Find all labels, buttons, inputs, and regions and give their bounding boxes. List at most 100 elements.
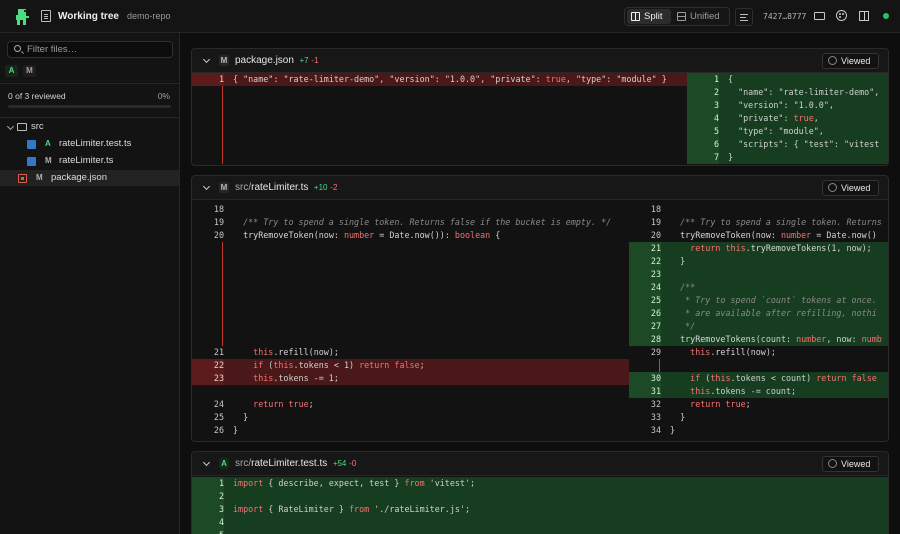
file-path: package.json +7 -1 [235, 55, 319, 66]
package-icon[interactable] [859, 11, 869, 21]
diff-line-added: 31 this.tokens -= count; [629, 385, 888, 398]
review-progress-label: 0 of 3 reviewed [8, 91, 66, 101]
file-path: src/rateLimiter.test.ts +54 -0 [235, 458, 357, 469]
file-status-badge: A [45, 139, 51, 148]
diff-line-added: 21 return this.tryRemoveTokens(1, now); [629, 242, 888, 255]
diff-line-context: 32 return true; [650, 399, 751, 409]
diff-line-added: 26 * are available after refilling, noth… [629, 307, 888, 320]
tree-item-label: src [31, 121, 44, 132]
diff-right-pane: 1{ 2 "name": "rate-limiter-demo", 3 "ver… [687, 73, 888, 165]
diff-line-context: 21 this.refill(now); [213, 347, 339, 357]
line-wrap-button[interactable] [735, 8, 753, 26]
tree-file-rateLimiter-test[interactable]: A rateLimiter.test.ts [0, 136, 179, 152]
tree-item-label: rateLimiter.ts [59, 155, 114, 166]
diff-line-context: 18 [650, 204, 661, 214]
commit-range: 7427…8777 [763, 12, 807, 21]
diff-line-context: 33 } [650, 412, 686, 422]
tree-file-package-json[interactable]: M package.json [0, 170, 179, 186]
diff-line-deleted: 23 this.tokens -= 1; [192, 372, 629, 385]
diff-line-context: 24 return true; [213, 399, 314, 409]
unified-view-label: Unified [690, 11, 720, 22]
view-mode-toggle: Split Unified [624, 7, 730, 26]
review-progress-percent: 0% [157, 91, 170, 101]
chevron-down-icon[interactable] [202, 55, 211, 64]
diff-line-context: 26} [213, 425, 239, 435]
app-logo-icon [16, 9, 29, 25]
keyboard-icon[interactable] [814, 12, 825, 20]
diff-line-added: 25 * Try to spend `count` tokens at once… [629, 294, 888, 307]
wrap-icon [740, 14, 748, 15]
diff-line-added: 24 /** [629, 281, 888, 294]
tree-item-label: package.json [51, 172, 107, 183]
review-progress-bar [8, 105, 171, 108]
palette-icon[interactable] [836, 10, 847, 21]
additions-count: +7 [299, 56, 309, 65]
diff-line-context: 18 [213, 204, 224, 214]
connection-status-dot [883, 13, 889, 19]
diff-line-added: 5 "type": "module", [687, 125, 888, 138]
diff-line-added: 4 [192, 516, 888, 529]
file-diff-card: M package.json +7 -1 Viewed 1{ "name": "… [191, 48, 889, 166]
diff-line-added: 30 if (this.tokens < count) return false [629, 372, 888, 385]
folder-icon [17, 123, 27, 131]
diff-line-added: 2 [192, 490, 888, 503]
diff-line-context: 19 /** Try to spend a single token. Retu… [213, 217, 612, 227]
diff-view: M package.json +7 -1 Viewed 1{ "name": "… [180, 33, 900, 534]
filter-files-input[interactable] [27, 43, 167, 56]
file-status-badge: M [219, 182, 229, 193]
status-filter-added[interactable]: A [5, 65, 18, 77]
file-diff-header[interactable]: M src/rateLimiter.ts +10 -2 Viewed [192, 176, 888, 200]
diff-unified-pane: 1 import { describe, expect, test } from … [192, 477, 888, 534]
tree-item-label: rateLimiter.test.ts [59, 138, 132, 149]
unified-view-button[interactable]: Unified [673, 9, 727, 24]
checkbox-icon [828, 183, 837, 192]
chevron-down-icon[interactable] [202, 182, 211, 191]
tree-file-rateLimiter[interactable]: M rateLimiter.ts [0, 153, 179, 169]
diff-line-context: 25 } [213, 412, 249, 422]
diff-line-added: 28 tryRemoveTokens(count: number, now: n… [629, 333, 888, 346]
additions-count: +10 [313, 183, 328, 192]
diff-line-context: 20 tryRemoveToken(now: number = Date.now… [213, 230, 501, 240]
diff-line-added: 27 */ [629, 320, 888, 333]
unified-view-icon [677, 12, 686, 21]
diff-line-added: 23 [629, 268, 888, 281]
diff-line-context: 29 this.refill(now); [650, 347, 776, 357]
deletions-count: -2 [330, 183, 338, 192]
split-view-icon [631, 12, 640, 21]
split-view-label: Split [644, 11, 663, 22]
search-icon [14, 45, 21, 52]
tree-folder-src[interactable]: src [0, 119, 179, 135]
file-status-badge: A [219, 458, 229, 469]
file-diff-header[interactable]: M package.json +7 -1 Viewed [192, 49, 888, 73]
chevron-down-icon[interactable] [202, 458, 211, 467]
document-icon [41, 10, 51, 22]
typescript-file-icon [27, 157, 36, 166]
typescript-file-icon [27, 140, 36, 149]
file-diff-header[interactable]: A src/rateLimiter.test.ts +54 -0 Viewed [192, 452, 888, 476]
status-filter-modified[interactable]: M [23, 65, 36, 77]
chevron-down-icon [6, 122, 15, 131]
viewed-checkbox[interactable]: Viewed [822, 53, 879, 69]
diff-left-pane: 1{ "name": "rate-limiter-demo", "version… [192, 73, 687, 165]
diff-line-context: 19 /** Try to spend a single token. Retu… [650, 217, 882, 227]
divider [0, 117, 180, 118]
file-sidebar: A M 0 of 3 reviewed 0% src A rateLimiter… [0, 33, 180, 534]
viewed-checkbox[interactable]: Viewed [822, 456, 879, 472]
diff-left-pane: 18 19 /** Try to spend a single token. R… [192, 203, 629, 441]
file-status-badge: M [36, 173, 43, 182]
diff-line-context: 20 tryRemoveToken(now: number = Date.now… [650, 230, 877, 240]
split-view-button[interactable]: Split [627, 9, 671, 24]
file-diff-card: A src/rateLimiter.test.ts +54 -0 Viewed … [191, 451, 889, 534]
viewed-checkbox[interactable]: Viewed [822, 180, 879, 196]
repo-name: demo-repo [127, 11, 171, 21]
diff-line-added: 1 import { describe, expect, test } from … [192, 477, 888, 490]
diff-right-pane: 18 19 /** Try to spend a single token. R… [629, 203, 888, 441]
diff-line-added: 22 } [629, 255, 888, 268]
filter-box [7, 41, 173, 58]
diff-line-added: 3 import { RateLimiter } from './rateLimi… [192, 503, 888, 516]
file-status-badge: M [219, 55, 229, 66]
top-bar: Working tree demo-repo Split Unified 742… [0, 0, 900, 33]
file-path: src/rateLimiter.ts +10 -2 [235, 182, 338, 193]
diff-line-added: 7} [687, 151, 888, 164]
divider [0, 83, 180, 84]
